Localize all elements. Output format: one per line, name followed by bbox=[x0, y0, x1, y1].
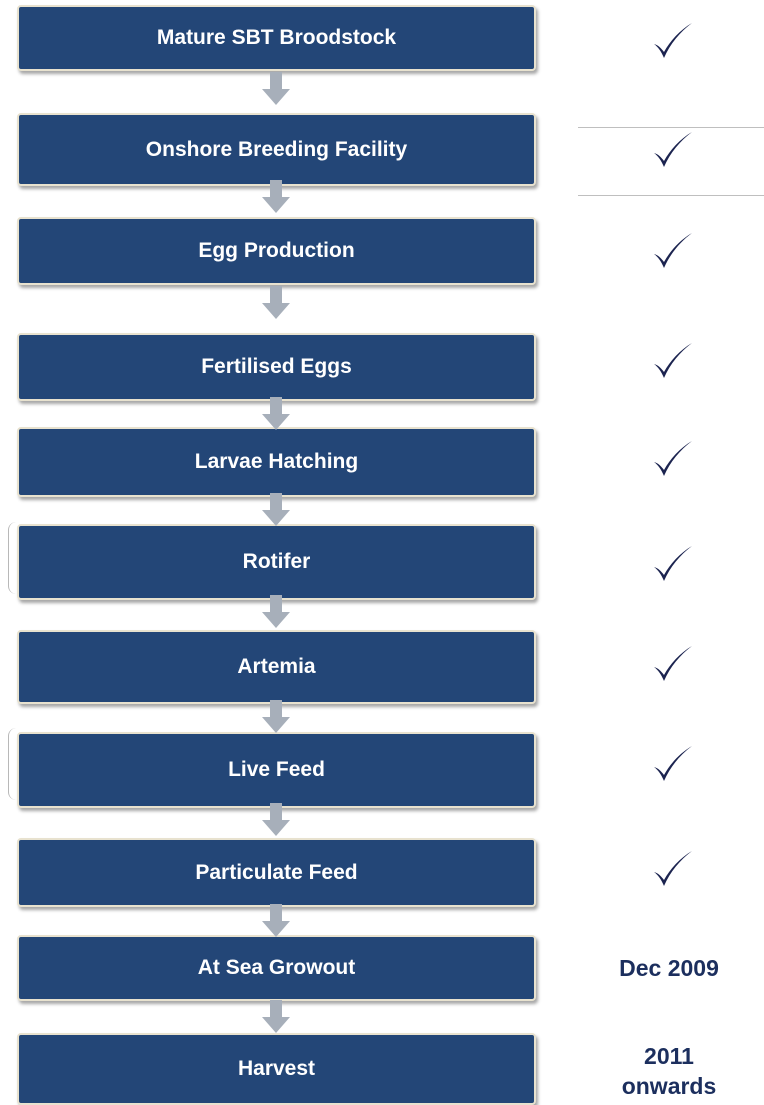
check-icon bbox=[654, 851, 692, 886]
step-label: Egg Production bbox=[198, 239, 355, 262]
down-arrow-icon bbox=[262, 803, 290, 836]
step-box-artemia: Artemia bbox=[17, 630, 536, 704]
check-icon bbox=[654, 546, 692, 581]
check-icon bbox=[654, 441, 692, 476]
check-icon bbox=[654, 746, 692, 781]
step-label: Particulate Feed bbox=[195, 860, 358, 884]
step-box-egg-production: Egg Production bbox=[17, 217, 536, 285]
step-box-particulate-feed: Particulate Feed bbox=[17, 838, 536, 907]
box-edge-mark bbox=[8, 522, 19, 594]
step-label: At Sea Growout bbox=[197, 956, 356, 979]
step-label: Harvest bbox=[237, 1057, 316, 1080]
down-arrow-icon bbox=[262, 904, 290, 937]
step-label: Larvae Hatching bbox=[194, 450, 359, 473]
step-label: Live Feed bbox=[228, 758, 325, 781]
down-arrow-icon bbox=[262, 72, 290, 105]
down-arrow-icon bbox=[262, 493, 290, 526]
step-box-live-feed: Live Feed bbox=[17, 732, 536, 808]
down-arrow-icon bbox=[262, 286, 290, 319]
step-label: Artemia bbox=[237, 655, 316, 678]
down-arrow-icon bbox=[262, 595, 290, 628]
step-label: Mature SBT Broodstock bbox=[156, 26, 397, 49]
down-arrow-icon bbox=[262, 397, 290, 430]
status-year-text: 2011 bbox=[644, 1043, 694, 1069]
check-icon bbox=[654, 132, 692, 167]
down-arrow-icon bbox=[262, 180, 290, 213]
step-box-fertilised-eggs: Fertilised Eggs bbox=[17, 333, 536, 401]
step-box-larvae-hatching: Larvae Hatching bbox=[17, 427, 536, 497]
step-box-harvest: Harvest bbox=[17, 1033, 536, 1105]
down-arrow-icon bbox=[262, 1000, 290, 1033]
step-label: Onshore Breeding Facility bbox=[145, 137, 408, 161]
step-label: Fertilised Eggs bbox=[201, 355, 352, 378]
status-onwards-text: onwards bbox=[621, 1073, 717, 1099]
step-label: Rotifer bbox=[242, 550, 311, 573]
step-box-rotifer: Rotifer bbox=[17, 524, 536, 600]
check-icon bbox=[654, 646, 692, 681]
divider-line bbox=[578, 195, 764, 196]
check-icon bbox=[654, 343, 692, 378]
check-icon bbox=[654, 233, 692, 268]
down-arrow-icon bbox=[262, 700, 290, 733]
check-icon bbox=[654, 23, 692, 58]
box-edge-mark bbox=[8, 728, 19, 800]
status-date-text: Dec 2009 bbox=[619, 955, 719, 981]
step-box-onshore-breeding-facility: Onshore Breeding Facility bbox=[17, 113, 536, 186]
step-box-mature-sbt-broodstock: Mature SBT Broodstock bbox=[17, 5, 536, 71]
step-box-at-sea-growout: At Sea Growout bbox=[17, 935, 536, 1001]
